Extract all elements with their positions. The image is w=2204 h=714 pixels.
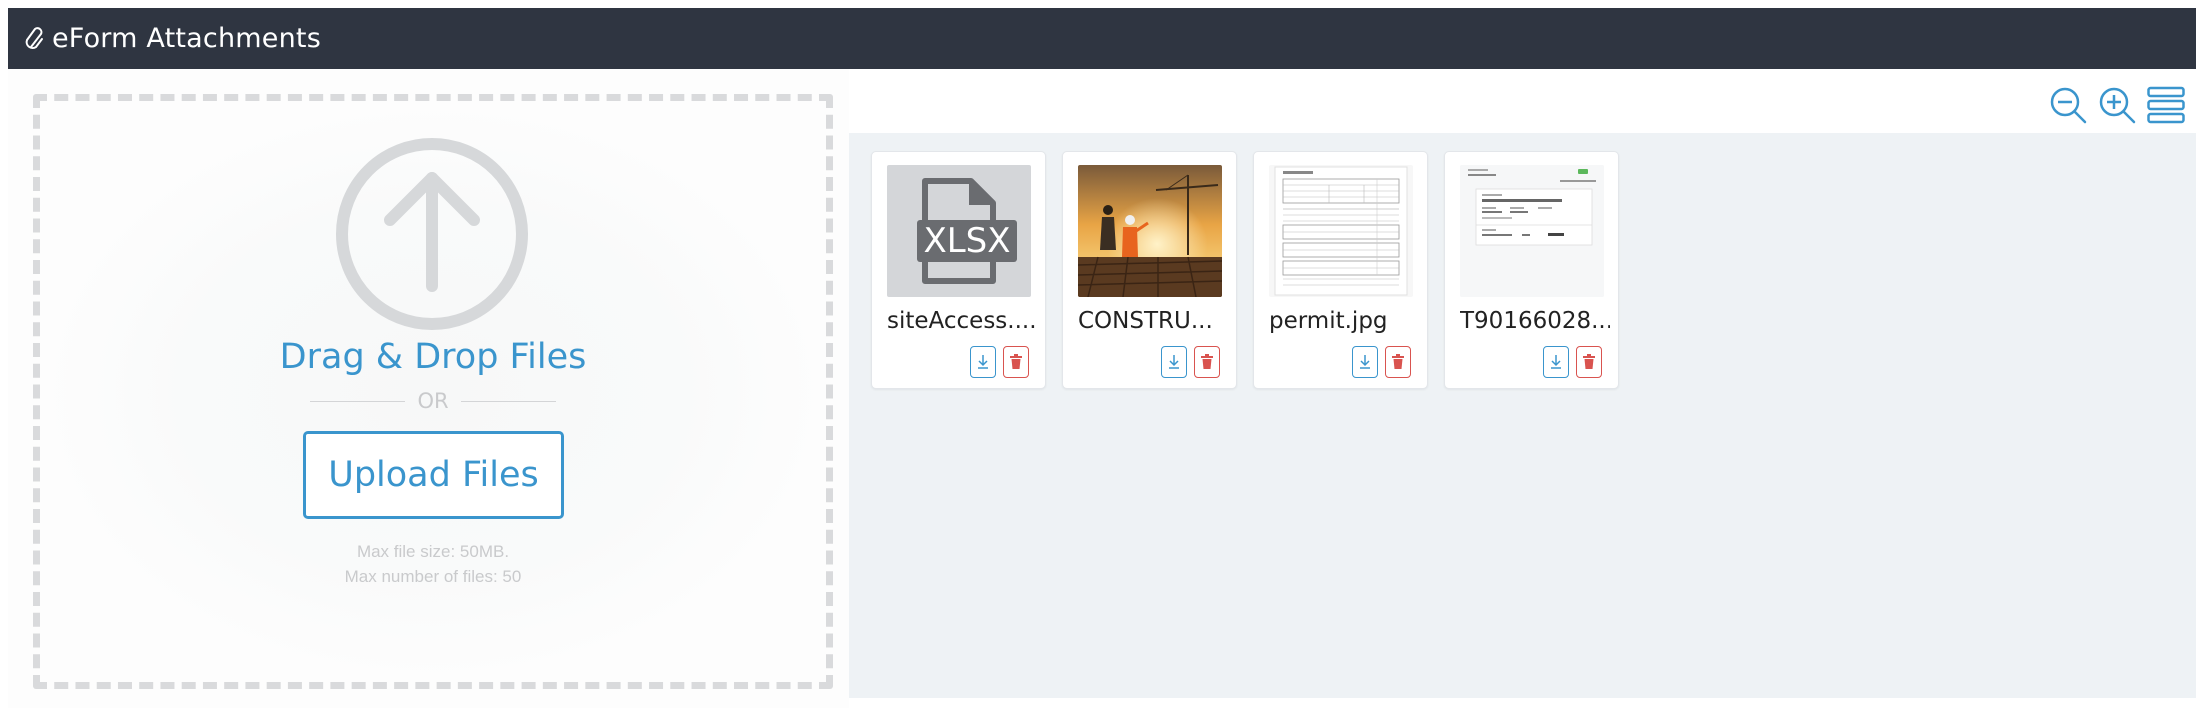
- file-dropzone[interactable]: Drag & Drop Files OR Upload Files Max fi…: [33, 94, 833, 689]
- zoom-in-icon[interactable]: [2098, 86, 2136, 124]
- download-icon: [1169, 355, 1179, 369]
- eform-attachments-panel: eForm Attachments Drag & Drop Files OR U…: [8, 8, 2196, 708]
- file-type-label: XLSX: [917, 220, 1017, 262]
- xlsx-file-thumbnail[interactable]: XLSX: [887, 165, 1031, 297]
- trash-icon: [1201, 354, 1213, 369]
- attachment-card[interactable]: CONSTRU...: [1062, 151, 1237, 389]
- max-file-size-text: Max file size: 50MB.: [356, 542, 510, 561]
- delete-button[interactable]: [1385, 346, 1411, 378]
- file-name: permit.jpg: [1269, 308, 1388, 334]
- download-icon: [978, 355, 988, 369]
- list-view-icon[interactable]: [2147, 86, 2185, 124]
- file-name: T90166028...: [1460, 308, 1610, 334]
- download-button[interactable]: [1352, 346, 1378, 378]
- paperclip-icon: [24, 25, 46, 53]
- delete-button[interactable]: [1194, 346, 1220, 378]
- download-icon: [1360, 355, 1370, 369]
- trash-icon: [1583, 354, 1595, 369]
- or-divider: OR: [310, 389, 556, 413]
- delete-button[interactable]: [1003, 346, 1029, 378]
- upload-files-button[interactable]: Upload Files: [303, 431, 564, 519]
- max-files-text: Max number of files: 50: [344, 567, 522, 586]
- dropzone-area: Drag & Drop Files OR Upload Files Max fi…: [8, 69, 849, 708]
- download-button[interactable]: [1543, 346, 1569, 378]
- attachments-gallery: XLSX siteAccess.... CONSTRU... permit.jp…: [849, 133, 2196, 698]
- trash-icon: [1010, 354, 1022, 369]
- or-text: OR: [417, 389, 449, 413]
- upload-arrow-icon: [336, 138, 528, 330]
- delete-button[interactable]: [1576, 346, 1602, 378]
- download-button[interactable]: [970, 346, 996, 378]
- zoom-out-icon[interactable]: [2049, 86, 2087, 124]
- attachment-card[interactable]: T90166028...: [1444, 151, 1619, 389]
- panel-header: eForm Attachments: [8, 8, 2196, 69]
- permit-document-thumbnail[interactable]: [1269, 165, 1413, 297]
- trash-icon: [1392, 354, 1404, 369]
- file-name: siteAccess....: [887, 308, 1037, 334]
- download-button[interactable]: [1161, 346, 1187, 378]
- download-icon: [1551, 355, 1561, 369]
- file-name: CONSTRU...: [1078, 308, 1213, 334]
- attachment-card[interactable]: permit.jpg: [1253, 151, 1428, 389]
- panel-title: eForm Attachments: [52, 23, 321, 54]
- attachment-card[interactable]: XLSX siteAccess....: [871, 151, 1046, 389]
- receipt-thumbnail[interactable]: [1460, 165, 1604, 297]
- construction-photo-thumbnail[interactable]: [1078, 165, 1222, 297]
- gallery-toolbar: [849, 69, 2196, 133]
- dropzone-title: Drag & Drop Files: [279, 337, 587, 377]
